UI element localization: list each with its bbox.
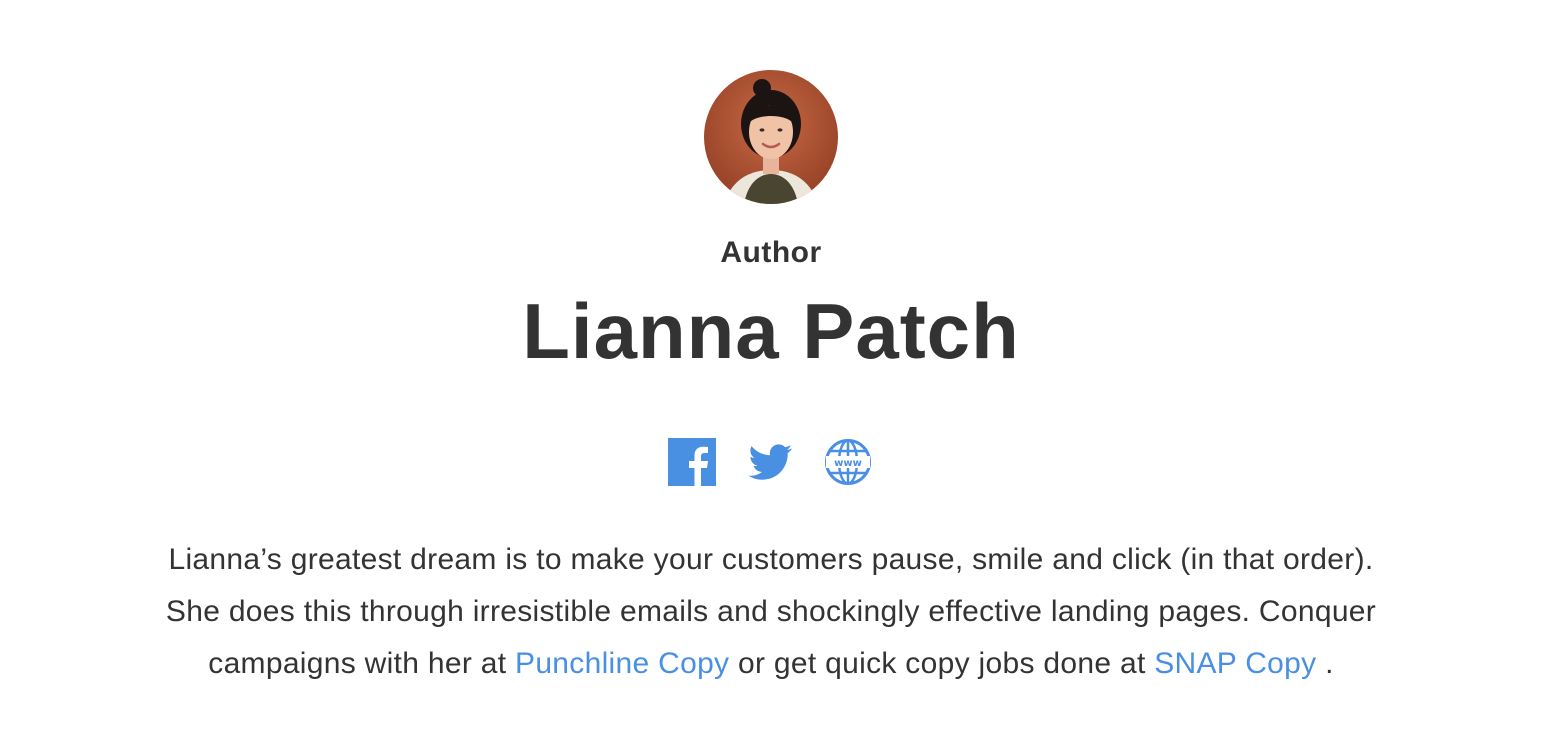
bio-line-3: campaigns with her at Punchline Copy or … xyxy=(40,638,1502,690)
facebook-link[interactable] xyxy=(668,438,716,486)
avatar xyxy=(704,70,838,204)
website-globe-icon: www xyxy=(825,439,871,485)
bio-line-1: Lianna’s greatest dream is to make your … xyxy=(168,543,1374,576)
author-eyebrow: Author xyxy=(720,236,822,269)
facebook-icon xyxy=(668,438,716,486)
author-card: Author Lianna Patch www Lianna’s greates… xyxy=(0,0,1542,752)
bio-line-2: She does this through irresistible email… xyxy=(165,595,1377,628)
author-portrait xyxy=(704,70,838,204)
author-bio: Lianna’s greatest dream is to make your … xyxy=(40,534,1502,690)
punchline-copy-link[interactable]: Punchline Copy xyxy=(515,647,729,680)
bio-line-3-prefix: campaigns with her at xyxy=(208,647,516,680)
bio-line-3-suffix: . xyxy=(1316,647,1334,680)
website-link[interactable]: www xyxy=(824,438,872,486)
twitter-icon xyxy=(748,444,793,480)
svg-text:www: www xyxy=(834,458,862,469)
author-name: Lianna Patch xyxy=(522,287,1020,375)
snap-copy-link[interactable]: SNAP Copy xyxy=(1154,647,1316,680)
social-links: www xyxy=(668,438,872,486)
twitter-link[interactable] xyxy=(746,438,794,486)
bio-line-3-middle: or get quick copy jobs done at xyxy=(729,647,1155,680)
